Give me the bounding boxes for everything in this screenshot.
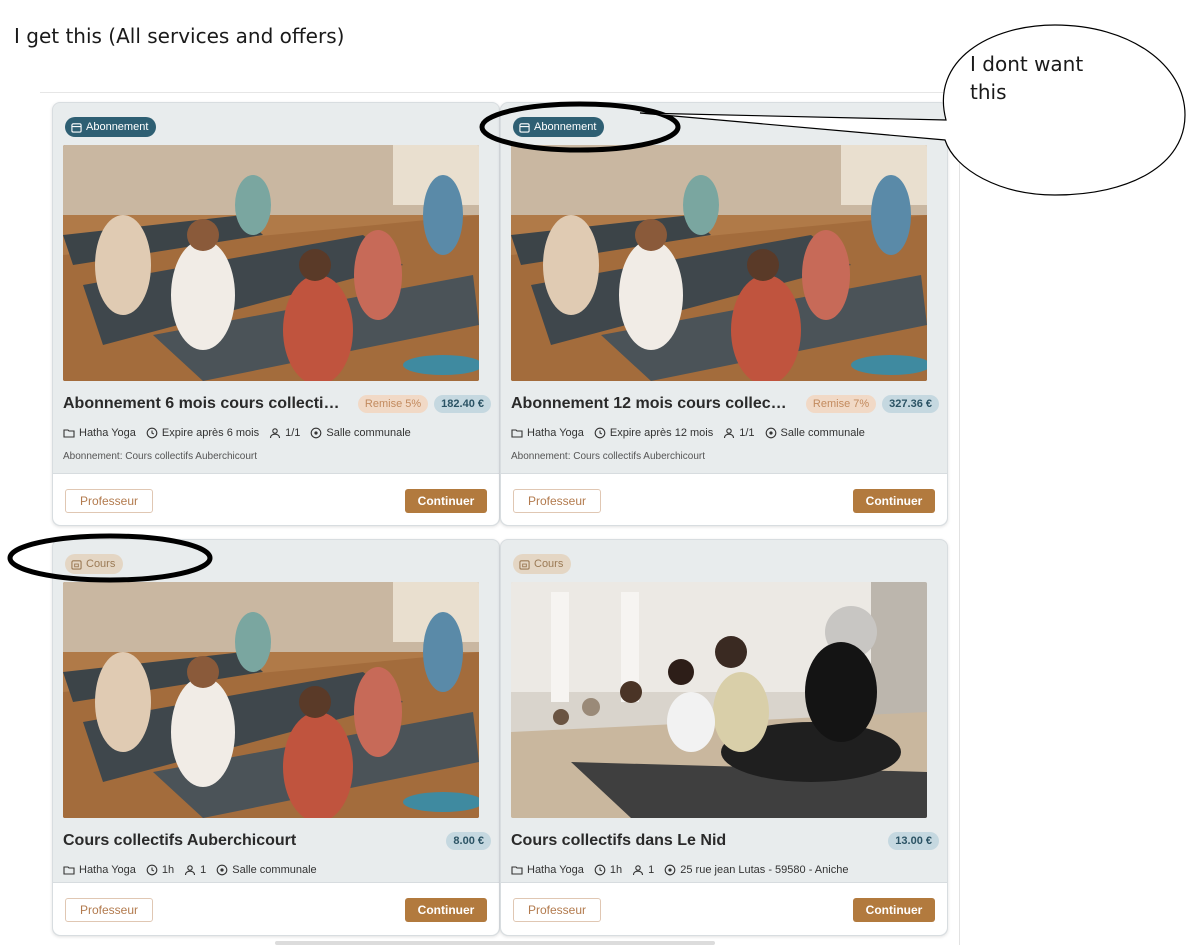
card-footer: Professeur Continuer: [53, 474, 499, 525]
duration-label: 1h: [609, 864, 623, 876]
offer-card: Cours Cours collectifs dans Le Nid 13.00…: [500, 539, 948, 936]
type-badge: Abonnement: [513, 117, 605, 137]
professeur-button[interactable]: Professeur: [513, 898, 601, 922]
folder-icon: [63, 866, 75, 875]
badge-label: Cours: [534, 558, 564, 570]
clock-icon: [594, 427, 606, 439]
continuer-button[interactable]: Continuer: [405, 489, 487, 513]
folder-icon: [63, 429, 75, 438]
location-label: Salle communale: [326, 427, 411, 439]
callout-text: I dont want this: [970, 52, 1084, 104]
person-icon: [724, 428, 735, 439]
location-label: Salle communale: [232, 864, 317, 876]
meta-row: Hatha Yoga Expire après 6 mois 1/1 Salle…: [63, 425, 411, 441]
discount-badge: Remise 5%: [357, 395, 429, 413]
clock-icon: [146, 427, 158, 439]
horizontal-scrollbar[interactable]: [275, 941, 715, 945]
folder-icon: [511, 866, 523, 875]
continuer-button[interactable]: Continuer: [853, 489, 935, 513]
badge-label: Abonnement: [534, 121, 597, 133]
calendar-icon: [71, 559, 82, 570]
capacity-label: 1: [648, 864, 655, 876]
calendar-icon: [519, 559, 530, 570]
professeur-button[interactable]: Professeur: [513, 489, 601, 513]
continuer-button[interactable]: Continuer: [405, 898, 487, 922]
capacity-label: 1/1: [739, 427, 755, 439]
offer-title: Cours collectifs dans Le Nid: [511, 832, 727, 849]
category-label: Hatha Yoga: [79, 427, 136, 439]
professeur-button[interactable]: Professeur: [65, 898, 153, 922]
professeur-button[interactable]: Professeur: [65, 489, 153, 513]
capacity-label: 1/1: [285, 427, 301, 439]
offer-image[interactable]: [511, 145, 927, 381]
duration-label: 1h: [161, 864, 175, 876]
location-label: 25 rue jean Lutas - 59580 - Aniche: [680, 864, 849, 876]
badge-label: Abonnement: [86, 121, 149, 133]
calendar-icon: [71, 122, 82, 133]
offer-title: Abonnement 6 mois cours collectif à ...: [63, 395, 352, 412]
person-icon: [633, 865, 644, 876]
offer-card: Abonnement Abonnement 6 mois cours colle…: [52, 102, 500, 526]
continuer-button[interactable]: Continuer: [853, 898, 935, 922]
meta-row: Hatha Yoga 1h 1 25 rue jean Lutas - 5958…: [511, 862, 848, 878]
folder-icon: [511, 429, 523, 438]
duration-label: Expire après 6 mois: [161, 427, 260, 439]
card-footer: Professeur Continuer: [53, 883, 499, 935]
location-icon: [765, 427, 776, 439]
offer-card: Abonnement Abonnement 12 mois cours coll…: [500, 102, 948, 526]
discount-badge: Remise 7%: [805, 395, 877, 413]
duration-label: Expire après 12 mois: [609, 427, 714, 439]
category-label: Hatha Yoga: [79, 864, 136, 876]
offer-image[interactable]: [63, 145, 479, 381]
offer-image[interactable]: [511, 582, 927, 818]
location-icon: [664, 864, 676, 876]
offer-subtitle: Abonnement: Cours collectifs Auberchicou…: [63, 451, 257, 462]
price-badge: 8.00 €: [446, 832, 491, 850]
meta-row: Hatha Yoga Expire après 12 mois 1/1 Sall…: [511, 425, 865, 441]
location-icon: [311, 427, 322, 439]
card-footer: Professeur Continuer: [501, 883, 947, 935]
price-badge: 327.36 €: [882, 395, 939, 413]
capacity-label: 1: [200, 864, 207, 876]
clock-icon: [594, 864, 606, 876]
annotation-note: I get this (All services and offers): [14, 24, 345, 48]
clock-icon: [146, 864, 158, 876]
offer-title: Cours collectifs Auberchicourt: [63, 832, 297, 849]
meta-row: Hatha Yoga 1h 1 Salle communale: [63, 862, 317, 878]
price-badge: 13.00 €: [888, 832, 939, 850]
card-footer: Professeur Continuer: [501, 474, 947, 525]
type-badge: Cours: [65, 554, 124, 574]
person-icon: [185, 865, 196, 876]
category-label: Hatha Yoga: [527, 427, 584, 439]
person-icon: [270, 428, 281, 439]
offer-image[interactable]: [63, 582, 479, 818]
badge-label: Cours: [86, 558, 116, 570]
price-badge: 182.40 €: [434, 395, 491, 413]
type-badge: Abonnement: [65, 117, 157, 137]
calendar-icon: [519, 122, 530, 133]
location-label: Salle communale: [780, 427, 865, 439]
category-label: Hatha Yoga: [527, 864, 584, 876]
type-badge: Cours: [513, 554, 572, 574]
location-icon: [216, 864, 228, 876]
offer-title: Abonnement 12 mois cours collectif à...: [511, 395, 800, 412]
offer-subtitle: Abonnement: Cours collectifs Auberchicou…: [511, 451, 705, 462]
offer-card: Cours Cours collectifs Auberchicourt 8.0…: [52, 539, 500, 936]
